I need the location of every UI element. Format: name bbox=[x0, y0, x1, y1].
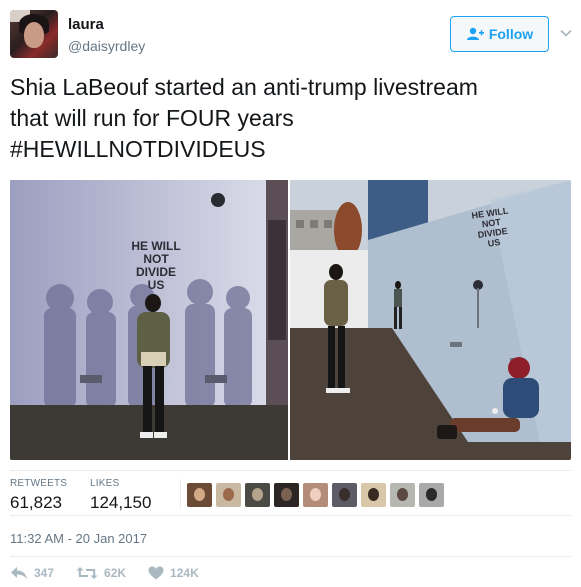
tweet-actions: 347 62K 124K bbox=[10, 563, 221, 583]
add-user-icon bbox=[466, 27, 484, 40]
likes-label: LIKES bbox=[90, 478, 120, 489]
retweet-icon bbox=[76, 567, 98, 579]
user-handle[interactable]: @daisyrdley bbox=[68, 38, 145, 54]
wall-text-right: HE WILL NOT DIVIDE US bbox=[470, 205, 509, 249]
liker-avatar[interactable] bbox=[216, 483, 241, 507]
retweet-button[interactable]: 62K bbox=[76, 566, 126, 580]
retweets-value: 61,823 bbox=[10, 493, 62, 512]
photo-right[interactable]: HE WILL NOT DIVIDE US bbox=[290, 180, 571, 460]
reply-icon bbox=[11, 567, 27, 579]
reply-button[interactable]: 347 bbox=[10, 566, 54, 580]
likes-value: 124,150 bbox=[90, 493, 152, 512]
retweet-count: 62K bbox=[104, 566, 127, 580]
chevron-down-icon[interactable] bbox=[559, 26, 573, 40]
user-name[interactable]: laura bbox=[68, 16, 104, 33]
liker-avatar[interactable] bbox=[187, 483, 212, 507]
tweet-text-line: that will run for FOUR years bbox=[10, 105, 294, 131]
divider bbox=[10, 556, 571, 557]
stats-divider bbox=[180, 479, 181, 509]
photo-left[interactable]: HE WILL NOT DIVIDE US bbox=[10, 180, 288, 460]
tweet-header: laura @daisyrdley Follow bbox=[10, 10, 573, 60]
liker-avatars bbox=[187, 483, 444, 507]
liker-avatar[interactable] bbox=[303, 483, 328, 507]
follow-button[interactable]: Follow bbox=[450, 16, 549, 52]
media-grid: HE WILL NOT DIVIDE US HE WILL NOT DIVIDE… bbox=[10, 180, 571, 460]
follow-button-label: Follow bbox=[488, 26, 534, 42]
heart-icon bbox=[148, 566, 164, 580]
liker-avatar[interactable] bbox=[245, 483, 270, 507]
hashtag-link[interactable]: #HEWILLNOTDIVIDEUS bbox=[10, 134, 570, 165]
reply-count: 347 bbox=[34, 566, 55, 580]
liker-avatar[interactable] bbox=[274, 483, 299, 507]
tweet-text-line: Shia LaBeouf started an anti-trump lives… bbox=[10, 74, 478, 100]
like-count: 124K bbox=[170, 566, 199, 580]
liker-avatar[interactable] bbox=[332, 483, 357, 507]
likes-stat[interactable]: LIKES 124,150 bbox=[90, 478, 151, 513]
tweet-text: Shia LaBeouf started an anti-trump lives… bbox=[10, 72, 570, 165]
tweet-timestamp[interactable]: 11:32 AM - 20 Jan 2017 bbox=[10, 531, 147, 546]
liker-avatar[interactable] bbox=[361, 483, 386, 507]
wall-text-left: HE WILL NOT DIVIDE US bbox=[131, 239, 181, 292]
liker-avatar[interactable] bbox=[390, 483, 415, 507]
retweets-label: RETWEETS bbox=[10, 478, 68, 489]
like-button[interactable]: 124K bbox=[148, 566, 199, 580]
tweet-stats: RETWEETS 61,823 LIKES 124,150 bbox=[10, 470, 571, 516]
avatar[interactable] bbox=[10, 10, 58, 58]
liker-avatar[interactable] bbox=[419, 483, 444, 507]
retweets-stat[interactable]: RETWEETS 61,823 bbox=[10, 478, 67, 513]
